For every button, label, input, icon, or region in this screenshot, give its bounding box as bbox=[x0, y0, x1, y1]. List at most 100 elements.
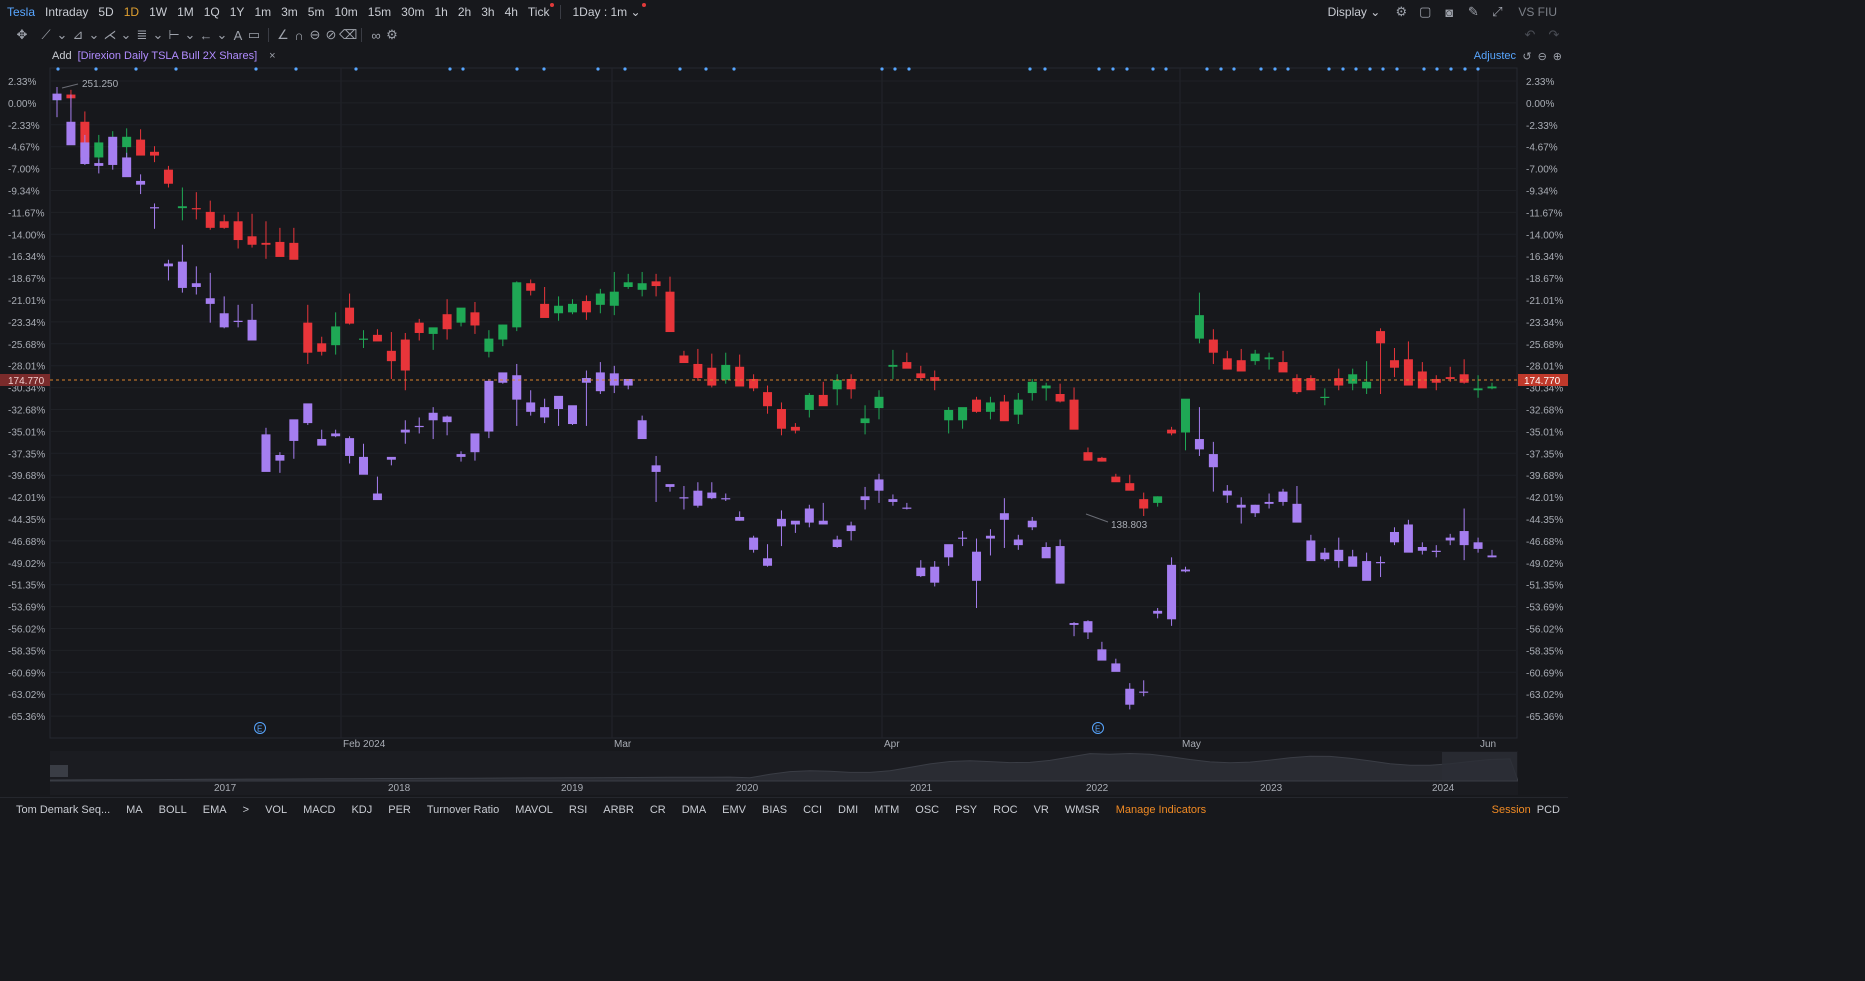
arrow-tool-icon[interactable]: ← bbox=[198, 28, 214, 43]
measure-tool-icon[interactable]: ⊢ bbox=[166, 27, 182, 43]
settings-icon[interactable]: ⚙ bbox=[1393, 4, 1409, 20]
indicator-wmsr[interactable]: WMSR bbox=[1057, 804, 1108, 816]
pattern-tool-icon[interactable]: ⋌ bbox=[102, 27, 118, 43]
indicator-mtm[interactable]: MTM bbox=[866, 804, 907, 816]
indicator-kdj[interactable]: KDJ bbox=[343, 804, 380, 816]
indicator-turnover-ratio[interactable]: Turnover Ratio bbox=[419, 804, 507, 816]
timeframe-1m[interactable]: 1M bbox=[172, 5, 199, 19]
indicator-bias[interactable]: BIAS bbox=[754, 804, 795, 816]
indicator-mavol[interactable]: MAVOL bbox=[507, 804, 561, 816]
timeframe-1m[interactable]: 1m bbox=[249, 5, 276, 19]
timeframe-1y[interactable]: 1Y bbox=[225, 5, 250, 19]
layout-icon[interactable]: ▢ bbox=[1417, 4, 1433, 20]
magnet-icon[interactable]: ∩ bbox=[291, 28, 307, 43]
pen-icon[interactable]: ✎ bbox=[1465, 4, 1481, 20]
indicator-tom-demark-seq[interactable]: Tom Demark Seq... bbox=[8, 804, 118, 816]
timeframe-1w[interactable]: 1W bbox=[144, 5, 172, 19]
timeframe-10m[interactable]: 10m bbox=[329, 5, 362, 19]
comment-tool-icon[interactable]: ▭ bbox=[246, 27, 262, 43]
candle-body bbox=[484, 338, 494, 352]
timeframe-5m[interactable]: 5m bbox=[303, 5, 330, 19]
candle-body bbox=[999, 401, 1009, 422]
indicator-macd[interactable]: MACD bbox=[295, 804, 343, 816]
indicator-dma[interactable]: DMA bbox=[674, 804, 714, 816]
indicator-cci[interactable]: CCI bbox=[795, 804, 830, 816]
symbol-name[interactable]: Tesla bbox=[2, 5, 40, 19]
y-tick-right: -46.68% bbox=[1526, 537, 1563, 548]
candle-body bbox=[442, 314, 452, 330]
session-button[interactable]: Session bbox=[1492, 804, 1531, 816]
expand-icon[interactable]: ⤢ bbox=[1489, 4, 1505, 20]
chevron-down-icon[interactable]: ⌄ bbox=[86, 27, 102, 43]
line-tool-icon[interactable]: ⟋ bbox=[38, 27, 54, 43]
fibonacci-tool-icon[interactable]: ≣ bbox=[134, 27, 150, 43]
chevron-down-icon[interactable]: ⌄ bbox=[182, 27, 198, 43]
add-compare-button[interactable]: Add bbox=[52, 50, 72, 62]
indicator-vol[interactable]: VOL bbox=[257, 804, 295, 816]
indicator-rsi[interactable]: RSI bbox=[561, 804, 595, 816]
time-navigator[interactable]: 2017 2018 2019 2020 2021 2022 2023 2024 bbox=[50, 751, 1518, 795]
candle-body bbox=[540, 407, 550, 418]
indicator-arbr[interactable]: ARBR bbox=[595, 804, 642, 816]
candle-body bbox=[52, 93, 62, 101]
timeframe-3h[interactable]: 3h bbox=[476, 5, 499, 19]
lock-icon[interactable]: ⊖ bbox=[307, 27, 323, 43]
indicator-ma[interactable]: MA bbox=[118, 804, 151, 816]
settings-icon[interactable]: ⚙ bbox=[384, 27, 400, 43]
candle-body bbox=[372, 334, 382, 342]
timeframe-1h[interactable]: 1h bbox=[429, 5, 452, 19]
indicator-ema[interactable]: EMA bbox=[195, 804, 235, 816]
undo-icon[interactable]: ↶ bbox=[1522, 27, 1538, 43]
vs-label[interactable]: VS FIU bbox=[1513, 5, 1562, 19]
timeframe-5d[interactable]: 5D bbox=[93, 5, 118, 19]
chevron-down-icon[interactable]: ⌄ bbox=[150, 27, 166, 43]
trash-icon[interactable]: ⌫ bbox=[339, 27, 357, 43]
indicator-vr[interactable]: VR bbox=[1026, 804, 1057, 816]
indicator-osc[interactable]: OSC bbox=[907, 804, 947, 816]
timeframe-15m[interactable]: 15m bbox=[363, 5, 396, 19]
indicator-psy[interactable]: PSY bbox=[947, 804, 985, 816]
timeframe-intraday[interactable]: Intraday bbox=[40, 5, 93, 19]
indicator-dmi[interactable]: DMI bbox=[830, 804, 866, 816]
timeframe-30m[interactable]: 30m bbox=[396, 5, 429, 19]
price-chart[interactable]: 251.250 138.803 E E 2.33% 2.33% 0.00% 0.00% -2.… bbox=[0, 46, 1568, 750]
indicator-per[interactable]: PER bbox=[380, 804, 419, 816]
timeframe-2h[interactable]: 2h bbox=[453, 5, 476, 19]
adjusted-toggle[interactable]: Adjustec bbox=[1474, 50, 1516, 62]
indicator-emv[interactable]: EMV bbox=[714, 804, 754, 816]
brush-icon[interactable]: ∠ bbox=[275, 27, 291, 43]
indicator-roc[interactable]: ROC bbox=[985, 804, 1025, 816]
indicator-[interactable]: > bbox=[235, 804, 257, 816]
chevron-down-icon[interactable]: ⌄ bbox=[214, 27, 230, 43]
reset-icon[interactable]: ↺ bbox=[1522, 50, 1531, 63]
indicator-cr[interactable]: CR bbox=[642, 804, 674, 816]
timeframe-1q[interactable]: 1Q bbox=[199, 5, 225, 19]
y-tick-left: 2.33% bbox=[8, 77, 36, 88]
event-dot bbox=[354, 67, 358, 71]
indicator-boll[interactable]: BOLL bbox=[151, 804, 195, 816]
manage-indicators-button[interactable]: Manage Indicators bbox=[1108, 804, 1215, 816]
candle-body bbox=[1027, 520, 1037, 528]
candle-body bbox=[66, 121, 76, 146]
chevron-down-icon[interactable]: ⌄ bbox=[54, 27, 70, 43]
close-icon[interactable]: × bbox=[269, 50, 275, 62]
zoom-in-icon[interactable]: ⊕ bbox=[1553, 50, 1562, 63]
interval-select[interactable]: 1Day : 1m ⌄ bbox=[567, 3, 646, 19]
link-icon[interactable]: ∞ bbox=[368, 28, 384, 43]
timeframe-4h[interactable]: 4h bbox=[500, 5, 523, 19]
pcd-button[interactable]: PCD bbox=[1537, 804, 1560, 816]
redo-icon[interactable]: ↷ bbox=[1546, 27, 1562, 43]
timeframe-tick[interactable]: Tick bbox=[523, 3, 555, 19]
chevron-down-icon[interactable]: ⌄ bbox=[118, 27, 134, 43]
timeframe-3m[interactable]: 3m bbox=[276, 5, 303, 19]
channel-tool-icon[interactable]: ⊿ bbox=[70, 27, 86, 43]
text-tool-icon[interactable]: A bbox=[230, 28, 246, 43]
crosshair-icon[interactable]: ✥ bbox=[14, 27, 30, 43]
display-menu[interactable]: Display ⌄ bbox=[1323, 5, 1386, 19]
candle-body bbox=[219, 313, 229, 328]
candle-body bbox=[94, 163, 104, 166]
zoom-out-icon[interactable]: ⊖ bbox=[1538, 50, 1547, 63]
hide-icon[interactable]: ⊘ bbox=[323, 27, 339, 43]
timeframe-1d[interactable]: 1D bbox=[119, 5, 144, 19]
camera-icon[interactable]: ◙ bbox=[1441, 5, 1457, 20]
